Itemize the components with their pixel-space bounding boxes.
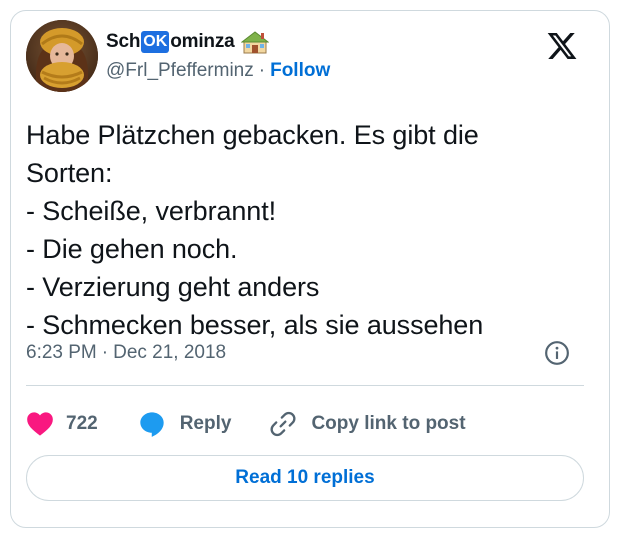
reply-bubble-icon: [140, 412, 164, 437]
action-bar: 722 Reply Copy link to post: [26, 408, 466, 440]
display-name-suffix: ominza: [170, 31, 235, 52]
tweet-text: Habe Plätzchen gebacken. Es gibt die Sor…: [26, 120, 484, 340]
tweet-date: Dec 21, 2018: [113, 342, 227, 363]
handle-row: @Frl_Pfefferminz · Follow: [106, 60, 330, 82]
display-name-prefix: Sch: [106, 31, 141, 52]
follow-button[interactable]: Follow: [270, 60, 330, 82]
x-logo-icon[interactable]: [546, 30, 578, 62]
avatar[interactable]: [26, 20, 98, 92]
timestamp-separator: ·: [101, 342, 109, 363]
heart-icon: [27, 412, 53, 436]
like-count: 722: [66, 413, 98, 434]
info-icon[interactable]: [544, 340, 570, 366]
copy-link-button[interactable]: Copy link to post: [269, 410, 466, 438]
copy-link-label: Copy link to post: [311, 413, 466, 434]
like-button[interactable]: 722: [26, 411, 98, 437]
handle-separator: ·: [258, 60, 266, 81]
house-emoji-icon: [240, 31, 269, 54]
reply-label: Reply: [179, 413, 232, 434]
link-icon: [270, 411, 296, 437]
tweet-time: 6:23 PM: [26, 342, 97, 363]
tweet-timestamp[interactable]: 6:23 PM · Dec 21, 2018: [26, 342, 226, 364]
author-name[interactable]: Sch OK ominza: [106, 28, 269, 56]
reply-button[interactable]: Reply: [138, 410, 232, 438]
divider: [26, 385, 584, 386]
read-replies-button[interactable]: Read 10 replies: [26, 455, 584, 501]
ok-badge: OK: [141, 31, 170, 53]
author-handle[interactable]: @Frl_Pfefferminz: [106, 60, 254, 82]
